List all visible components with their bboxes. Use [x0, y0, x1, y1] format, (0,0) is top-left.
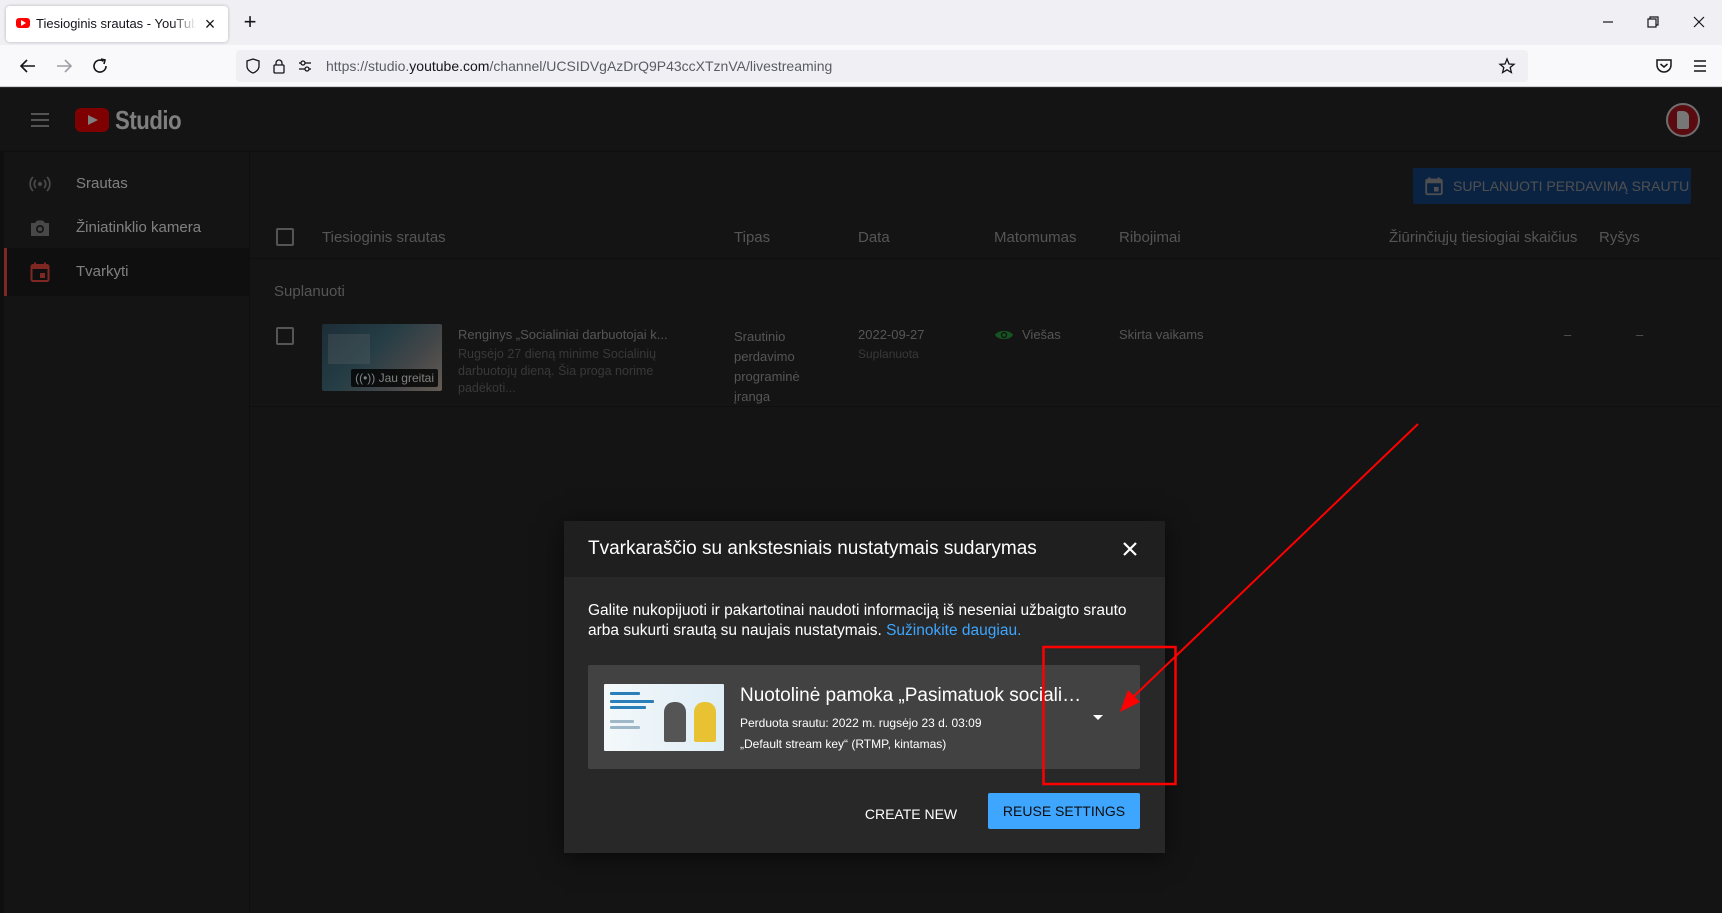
minimize-icon[interactable] [1598, 12, 1618, 32]
dialog-header: Tvarkaraščio su ankstesniais nustatymais… [564, 521, 1165, 577]
bookmark-star-icon[interactable] [1498, 57, 1516, 75]
learn-more-link[interactable]: Sužinokite daugiau. [886, 622, 1021, 639]
previous-stream-date: Perduota srautu: 2022 m. rugsėjo 23 d. 0… [740, 716, 982, 730]
permissions-icon[interactable] [296, 57, 314, 75]
lock-icon[interactable] [270, 57, 288, 75]
dialog-description: Galite nukopijuoti ir pakartotinai naudo… [588, 602, 1127, 639]
dropdown-arrow-icon[interactable] [1088, 707, 1108, 727]
previous-stream-thumbnail [604, 684, 724, 751]
tab-title: Tiesioginis srautas - YouTube Studio [36, 16, 196, 31]
pocket-icon[interactable] [1652, 54, 1676, 78]
browser-nav-bar: https://studio.youtube.com/channel/UCSID… [0, 45, 1722, 87]
shield-icon[interactable] [244, 57, 262, 75]
reuse-settings-dialog: Tvarkaraščio su ankstesniais nustatymais… [564, 521, 1165, 853]
url-bar[interactable]: https://studio.youtube.com/channel/UCSID… [236, 50, 1528, 82]
close-icon[interactable] [1118, 537, 1142, 561]
dialog-title: Tvarkaraščio su ankstesniais nustatymais… [588, 538, 1037, 559]
forward-arrow-icon[interactable] [52, 54, 76, 78]
url-text: https://studio.youtube.com/channel/UCSID… [326, 58, 833, 74]
back-arrow-icon[interactable] [16, 54, 40, 78]
tab-close-icon[interactable]: × [200, 14, 220, 34]
previous-stream-key: „Default stream key“ (RTMP, kintamas) [740, 737, 947, 751]
browser-tab[interactable]: Tiesioginis srautas - YouTube Studio × [6, 6, 228, 42]
restore-icon[interactable] [1643, 12, 1663, 32]
youtube-favicon-icon [16, 18, 30, 28]
reload-icon[interactable] [88, 54, 112, 78]
window-close-icon[interactable] [1689, 12, 1709, 32]
create-new-button[interactable]: CREATE NEW [854, 796, 968, 832]
previous-stream-select[interactable]: Nuotolinė pamoka „Pasimatuok socialinio … [588, 665, 1140, 769]
new-tab-icon[interactable]: + [238, 10, 262, 34]
browser-tab-bar: Tiesioginis srautas - YouTube Studio × + [0, 0, 1722, 45]
reuse-settings-button[interactable]: REUSE SETTINGS [988, 793, 1140, 829]
previous-stream-title: Nuotolinė pamoka „Pasimatuok socialinio … [740, 685, 1088, 706]
app-menu-icon[interactable] [1688, 54, 1712, 78]
